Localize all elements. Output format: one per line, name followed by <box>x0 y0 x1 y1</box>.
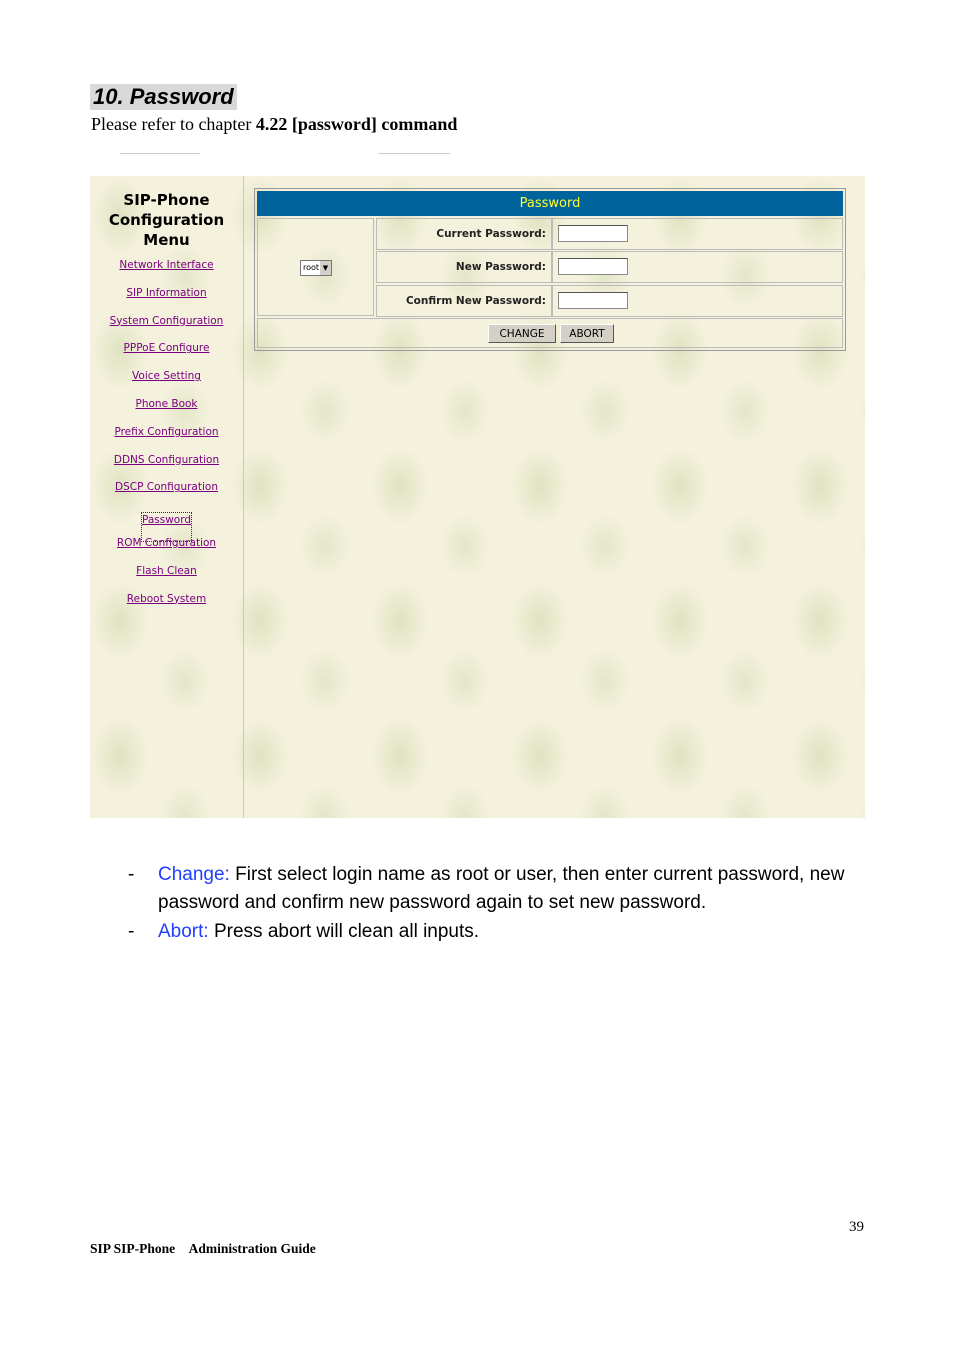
reference-chapter: 4.22 [password] command <box>255 114 458 134</box>
field-label: Confirm New Password: <box>376 284 552 317</box>
change-button[interactable]: CHANGE <box>488 324 556 343</box>
password-panel: Password root ▼ Current Password: New Pass… <box>254 188 846 351</box>
field-cell <box>552 284 843 317</box>
reference-line: Please refer to chapter 4.22 [password] … <box>91 114 457 135</box>
divider <box>378 153 450 154</box>
button-row: CHANGE ABORT <box>257 318 843 348</box>
chevron-down-icon[interactable]: ▼ <box>320 261 331 275</box>
sidebar-item-sip-information[interactable]: SIP Information <box>90 286 243 314</box>
field-label: New Password: <box>376 251 552 284</box>
web-ui-screenshot: SIP-Phone Configuration Menu Network Int… <box>90 176 865 818</box>
reference-prefix: Please refer to chapter <box>91 114 256 134</box>
bullet-dash: - <box>128 864 135 885</box>
user-cell: root ▼ <box>257 218 374 316</box>
field-cell <box>552 218 843 250</box>
abort-button[interactable]: ABORT <box>560 324 614 343</box>
user-select[interactable]: root ▼ <box>300 260 332 276</box>
sidebar-item-dscp-configuration[interactable]: DSCP Configuration <box>90 480 243 508</box>
bullet-abort: - Abort: Press abort will clean all input… <box>128 918 866 946</box>
sidebar-menu: SIP-Phone Configuration Menu Network Int… <box>90 176 244 818</box>
bullet-keyword: Abort: <box>158 921 209 942</box>
sidebar-item-pppoe-configure[interactable]: PPPoE Configure <box>90 341 243 369</box>
sidebar-item-reboot-system[interactable]: Reboot System <box>90 592 243 620</box>
panel-title: Password <box>257 191 843 216</box>
bullet-text: Press abort will clean all inputs. <box>208 921 480 942</box>
user-select-value: root <box>303 263 320 272</box>
divider <box>120 153 200 154</box>
section-heading: 10. Password <box>90 84 237 110</box>
bullet-dash: - <box>128 921 135 942</box>
new-password-input[interactable] <box>558 258 628 276</box>
sidebar-item-system-configuration[interactable]: System Configuration <box>90 314 243 342</box>
bullet-change: - Change: First select login name as root… <box>128 861 866 917</box>
field-label: Current Password: <box>376 218 552 250</box>
confirm-new-password-input[interactable] <box>558 291 628 309</box>
sidebar-item-network-interface[interactable]: Network Interface <box>90 258 243 286</box>
sidebar-item-prefix-configuration[interactable]: Prefix Configuration <box>90 425 243 453</box>
bullet-text: First select login name as root or user,… <box>158 864 845 913</box>
document-page: 10. Password Please refer to chapter 4.2… <box>0 0 954 1350</box>
sidebar-title: SIP-Phone Configuration Menu <box>108 191 225 249</box>
current-password-input[interactable] <box>558 225 628 242</box>
sidebar-item-voice-setting[interactable]: Voice Setting <box>90 369 243 397</box>
sidebar-item-phone-book[interactable]: Phone Book <box>90 397 243 425</box>
sidebar-item-flash-clean[interactable]: Flash Clean <box>90 564 243 592</box>
sidebar-item-rom-configuration[interactable]: ROM Configuration <box>90 536 243 564</box>
field-cell <box>552 251 843 284</box>
bullet-keyword: Change: <box>158 864 230 885</box>
sidebar-item-ddns-configuration[interactable]: DDNS Configuration <box>90 453 243 481</box>
page-number: 39 <box>849 1219 864 1235</box>
footer-title: SIP SIP-Phone Administration Guide <box>90 1241 316 1256</box>
